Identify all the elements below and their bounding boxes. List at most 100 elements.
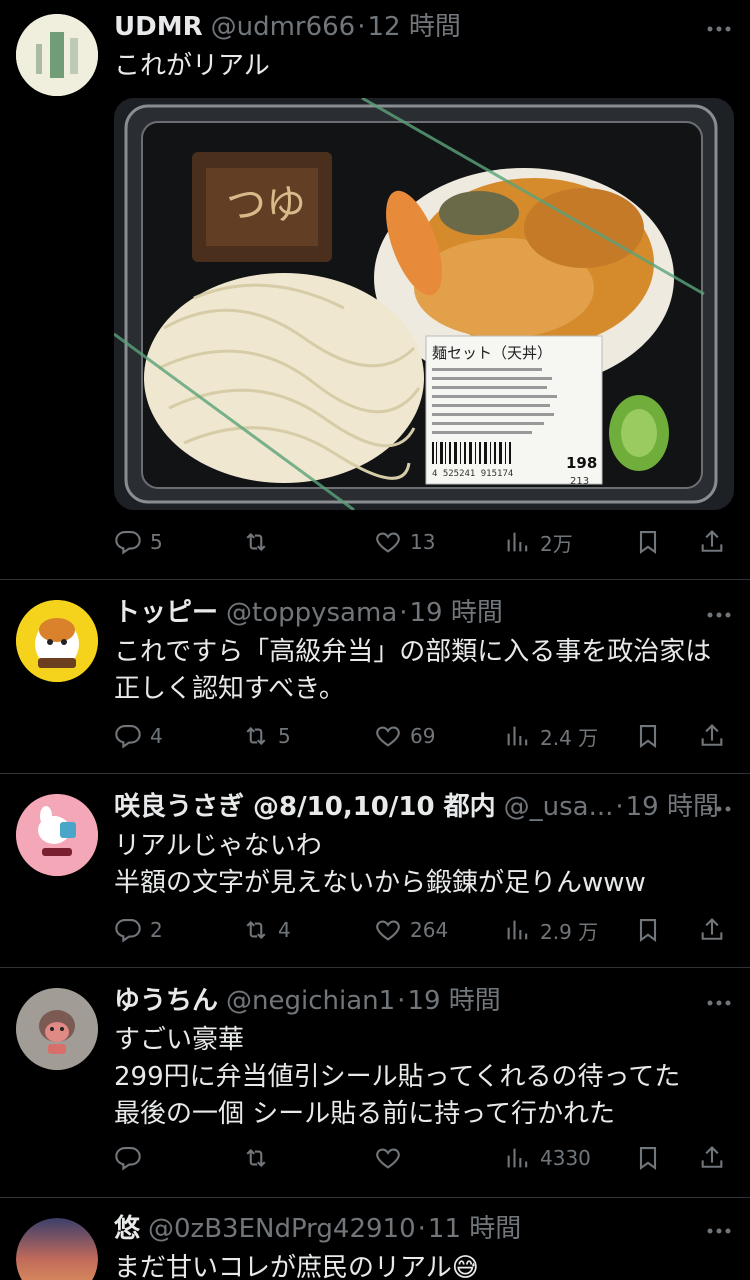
tweet[interactable]: 咲良うさぎ @8/10,10/10 都内 @_usa... · 19 時間 リア… [0, 774, 750, 968]
bookmark-button[interactable] [634, 716, 662, 756]
bento-photo: つゆ 麺セット（天丼） 4 525241 915174 198 213 [114, 98, 734, 510]
tweet-text-line: 299円に弁当値引シール貼ってくれるの待ってた [114, 1062, 681, 1092]
user-handle[interactable]: @negichian1 [226, 984, 395, 1018]
avatar[interactable] [16, 1218, 98, 1280]
display-name[interactable]: UDMR [114, 10, 203, 44]
timestamp[interactable]: 11 時間 [428, 1212, 521, 1246]
display-name[interactable]: 悠 [114, 1212, 140, 1246]
views-count: 2.4 万 [540, 725, 599, 750]
views-button[interactable]: 2.9 万 [504, 910, 598, 950]
retweet-icon [246, 532, 266, 552]
tweet-header: UDMR @udmr666 · 12 時間 [114, 10, 734, 44]
views-count: 2万 [540, 531, 573, 556]
separator-dot: · [397, 986, 406, 1016]
tweet-text: リアルじゃないわ 半額の文字が見えないから鍛錬が足りんwww [114, 828, 734, 902]
views-count: 2.9 万 [540, 919, 599, 944]
price-with-tax: 213 [570, 476, 589, 487]
share-icon [701, 918, 723, 940]
separator-dot: · [615, 792, 624, 822]
like-count: 13 [410, 530, 436, 554]
avatar[interactable] [16, 794, 98, 876]
tweet[interactable]: トッピー @toppysama · 19 時間 これですら「高級弁当」の部類に入… [0, 580, 750, 774]
tweet[interactable]: UDMR @udmr666 · 12 時間 これがリアル つゆ 麺セット（天丼）… [0, 0, 750, 580]
bookmark-button[interactable] [634, 1138, 662, 1178]
bookmark-button[interactable] [634, 910, 662, 950]
avatar[interactable] [16, 600, 98, 682]
more-icon[interactable] [704, 14, 734, 44]
views-icon [507, 726, 528, 746]
retweet-button[interactable]: 4 [242, 910, 291, 950]
tweet-text-line: リアルじゃないわ [114, 831, 322, 861]
retweet-button[interactable] [242, 522, 278, 562]
like-button[interactable]: 13 [374, 522, 435, 562]
reply-button[interactable] [114, 1138, 150, 1178]
share-button[interactable] [698, 910, 726, 950]
share-button[interactable] [698, 522, 726, 562]
tweet-header: ゆうちん @negichian1 · 19 時間 [114, 984, 734, 1018]
user-handle[interactable]: @udmr666 [211, 10, 356, 44]
reply-count: 4 [150, 724, 163, 748]
tweet-header: 咲良うさぎ @8/10,10/10 都内 @_usa... · 19 時間 [114, 790, 734, 824]
sauce-label: つゆ [226, 182, 306, 228]
more-icon[interactable] [704, 600, 734, 630]
avatar[interactable] [16, 14, 98, 96]
bookmark-icon [639, 725, 657, 748]
tweet-actions: 4330 [114, 1138, 734, 1178]
more-icon[interactable] [704, 794, 734, 824]
timestamp[interactable]: 19 時間 [410, 596, 503, 630]
tweet-text-line: これですら「高級弁当」の部類に入る事を政治家は [114, 637, 712, 667]
reply-icon [115, 919, 141, 943]
timeline-feed: UDMR @udmr666 · 12 時間 これがリアル つゆ 麺セット（天丼）… [0, 0, 750, 1280]
separator-dot: · [399, 598, 408, 628]
heart-icon [376, 1148, 400, 1169]
tweet-media-image[interactable]: つゆ 麺セット（天丼） 4 525241 915174 198 213 [114, 98, 734, 510]
timestamp[interactable]: 19 時間 [407, 984, 500, 1018]
share-button[interactable] [698, 1138, 726, 1178]
separator-dot: · [417, 1214, 426, 1244]
heart-icon [376, 726, 400, 747]
display-name[interactable]: ゆうちん [114, 984, 218, 1018]
barcode-number: 4 525241 915174 [432, 469, 513, 479]
heart-icon [376, 532, 400, 553]
tweet-text: これですら「高級弁当」の部類に入る事を政治家は 正しく認知すべき。 [114, 634, 734, 708]
more-icon[interactable] [704, 1216, 734, 1246]
display-name[interactable]: 咲良うさぎ @8/10,10/10 都内 [114, 790, 496, 824]
separator-dot: · [357, 12, 366, 42]
views-button[interactable]: 2.4 万 [504, 716, 598, 756]
views-button[interactable]: 2万 [504, 522, 573, 562]
avatar[interactable] [16, 988, 98, 1070]
user-handle[interactable]: @toppysama [226, 596, 397, 630]
retweet-button[interactable] [242, 1138, 278, 1178]
tweet-text-line: まだ甘いコレが庶民のリアル😅 [114, 1253, 479, 1280]
tweet[interactable]: 悠 @0zB3ENdPrg42910 · 11 時間 まだ甘いコレが庶民のリアル… [0, 1198, 750, 1280]
bookmark-button[interactable] [634, 522, 662, 562]
user-handle[interactable]: @_usa... [504, 790, 614, 824]
reply-icon [115, 1147, 141, 1171]
views-button[interactable]: 4330 [504, 1138, 591, 1178]
retweet-button[interactable]: 5 [242, 716, 291, 756]
timestamp[interactable]: 12 時間 [367, 10, 460, 44]
reply-button[interactable]: 4 [114, 716, 163, 756]
avatar-image [16, 1218, 98, 1280]
reply-button[interactable]: 2 [114, 910, 163, 950]
like-button[interactable]: 264 [374, 910, 448, 950]
tweet[interactable]: ゆうちん @negichian1 · 19 時間 すごい豪華 299円に弁当値引シ… [0, 968, 750, 1198]
tweet-text: まだ甘いコレが庶民のリアル😅 [114, 1250, 734, 1280]
user-handle[interactable]: @0zB3ENdPrg42910 [148, 1212, 416, 1246]
reply-button[interactable]: 5 [114, 522, 163, 562]
more-icon[interactable] [704, 988, 734, 1018]
share-icon [701, 530, 723, 552]
retweet-count: 5 [278, 724, 291, 748]
retweet-count: 4 [278, 918, 291, 942]
like-count: 69 [410, 724, 436, 748]
display-name[interactable]: トッピー [114, 596, 218, 630]
like-button[interactable] [374, 1138, 410, 1178]
reply-icon [115, 725, 141, 749]
heart-icon [376, 920, 400, 941]
share-button[interactable] [698, 716, 726, 756]
tweet-actions: 4 5 69 2.4 万 [114, 716, 734, 756]
tweet-actions: 5 13 2万 [114, 522, 734, 562]
like-button[interactable]: 69 [374, 716, 435, 756]
avatar-image [16, 794, 98, 876]
bookmark-icon [639, 531, 657, 554]
